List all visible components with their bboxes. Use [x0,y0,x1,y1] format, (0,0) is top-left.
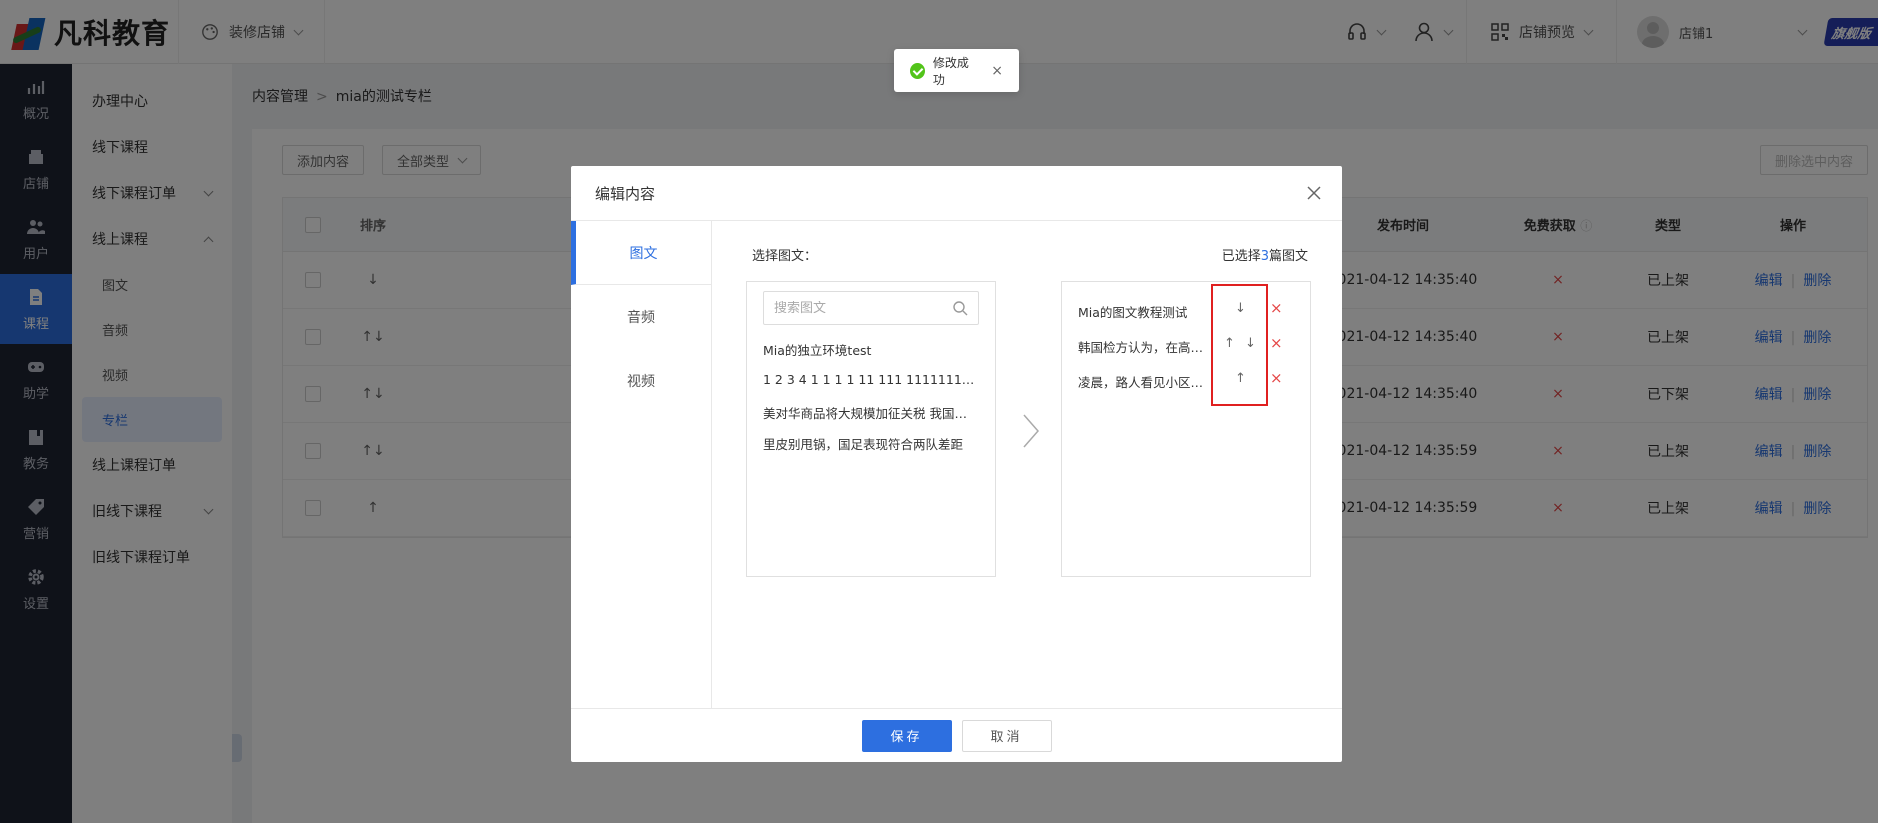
edit-content-modal: 编辑内容 图文 音频 视频 选择图文： 已选择3篇图文 Mia的独立环境test… [571,166,1342,762]
count-prefix: 已选择 [1221,249,1261,264]
remove-icon[interactable]: × [1270,299,1283,317]
select-label: 选择图文： [752,249,818,264]
remove-icon[interactable]: × [1270,369,1283,387]
toast-close-icon[interactable]: × [991,63,1003,79]
check-circle-icon [910,62,925,79]
modal-title: 编辑内容 [595,184,656,203]
modal-footer: 保存 取消 [571,708,1342,762]
tab-article[interactable]: 图文 [571,221,711,285]
sort-controls-highlight [1211,284,1268,406]
modal-tabs: 图文 音频 视频 [571,221,712,708]
tab-audio[interactable]: 音频 [571,285,711,349]
count-suffix: 篇图文 [1268,249,1308,264]
search-input[interactable] [774,300,944,316]
list-item[interactable]: 1 2 3 4 1 1 1 1 11 111 1111111111111 [763,372,977,387]
tab-video[interactable]: 视频 [571,349,711,413]
list-item[interactable]: 里皮别甩锅，国足表现符合两队差距 [763,434,977,453]
toast-text: 修改成功 [932,55,969,87]
save-button[interactable]: 保存 [861,719,952,752]
selected-item: 韩国检方认为，在高考期间 [1078,340,1214,355]
selected-count: 已选择3篇图文 [1222,245,1308,264]
modal-body: 选择图文： 已选择3篇图文 Mia的独立环境test 1 2 3 4 1 1 1… [712,221,1342,708]
modal-header: 编辑内容 [571,166,1342,221]
close-icon[interactable] [1304,183,1324,203]
list-item[interactable]: Mia的独立环境test [763,340,977,359]
selected-item: Mia的图文教程测试 [1078,305,1188,320]
count-number: 3 [1260,249,1269,264]
available-list: Mia的独立环境test 1 2 3 4 1 1 1 1 11 111 1111… [746,281,996,577]
success-toast: 修改成功 × [894,49,1019,92]
selected-item: 凌晨，路人看见小区门口 [1078,375,1214,390]
cancel-button[interactable]: 取消 [961,719,1052,752]
remove-icon[interactable]: × [1270,334,1283,352]
chevron-right-icon[interactable] [1020,411,1042,451]
selected-list: Mia的图文教程测试 ↓ × 韩国检方认为，在高考期间 ↑ ↓ × 凌晨，路人看… [1061,281,1311,577]
search-box [763,291,979,325]
search-icon[interactable] [952,300,968,316]
list-item[interactable]: 美对华商品将大规模加征关税 我国将采取反制 [763,403,977,422]
